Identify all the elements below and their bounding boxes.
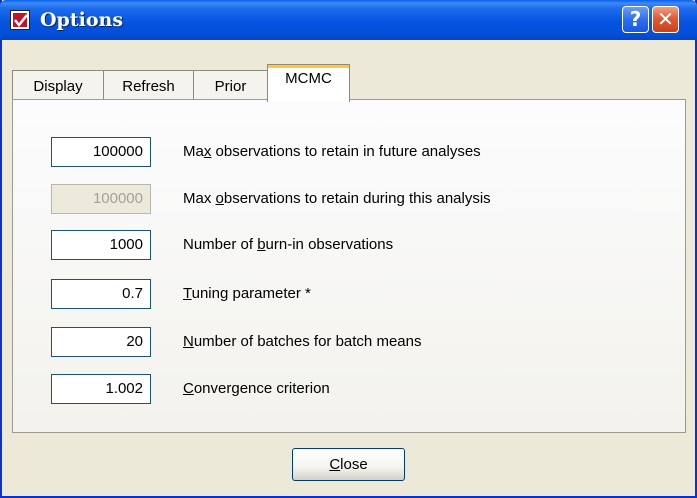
label-text: bservations to retain during this analys… (223, 190, 491, 207)
close-window-button[interactable]: ✕ (652, 6, 679, 33)
label-mnemonic: T (183, 285, 192, 302)
label-text: uning parameter * (191, 285, 311, 302)
tuning-input[interactable]: 0.7 (51, 279, 151, 309)
checkbox-app-icon (10, 10, 30, 30)
help-button[interactable]: ? (622, 6, 649, 33)
question-mark-icon: ? (629, 7, 642, 31)
label-text: umber of batches for batch means (193, 333, 422, 350)
options-dialog: Options ? ✕ Display Refresh Prior MCMC 1… (0, 0, 697, 498)
batches-input[interactable]: 20 (51, 327, 151, 357)
max-obs-future-label: Max observations to retain in future ana… (183, 137, 481, 167)
label-mnemonic: o (215, 190, 224, 207)
tab-label: Refresh (122, 78, 175, 95)
convergence-input[interactable]: 1.002 (51, 374, 151, 404)
close-button[interactable]: Close (292, 448, 405, 481)
label-text: Number of (183, 236, 258, 253)
tab-label: MCMC (285, 70, 332, 87)
label-text: urn-in observations (265, 236, 394, 253)
tuning-label: Tuning parameter * (183, 279, 311, 309)
title-bar[interactable]: Options ? ✕ (0, 0, 697, 40)
label-text: observations to retain in future analyse… (211, 143, 481, 160)
label-text: onvergence criterion (193, 380, 330, 397)
burn-in-label: Number of burn-in observations (183, 230, 393, 260)
convergence-label: Convergence criterion (183, 374, 330, 404)
window-title: Options (40, 9, 124, 31)
tab-label: Display (33, 78, 83, 95)
mcmc-tab-panel: 100000 Max observations to retain in fut… (12, 99, 686, 433)
max-obs-current-input: 100000 (51, 184, 151, 214)
tab-display[interactable]: Display (12, 70, 104, 100)
max-obs-current-label: Max observations to retain during this a… (183, 184, 491, 214)
label-mnemonic: C (183, 380, 194, 397)
batches-label: Number of batches for batch means (183, 327, 421, 357)
max-obs-future-input[interactable]: 100000 (51, 137, 151, 167)
tab-prior[interactable]: Prior (193, 70, 268, 100)
label-mnemonic: N (183, 333, 194, 350)
label-mnemonic: b (257, 236, 266, 253)
close-x-icon: ✕ (657, 7, 674, 31)
label-text: Ma (183, 143, 204, 160)
button-mnemonic: C (329, 456, 341, 473)
button-label: lose (340, 456, 368, 473)
label-text: Max (183, 190, 216, 207)
tab-refresh[interactable]: Refresh (103, 70, 194, 100)
tab-label: Prior (214, 78, 247, 95)
burn-in-input[interactable]: 1000 (51, 230, 151, 260)
tab-mcmc[interactable]: MCMC (267, 64, 350, 102)
